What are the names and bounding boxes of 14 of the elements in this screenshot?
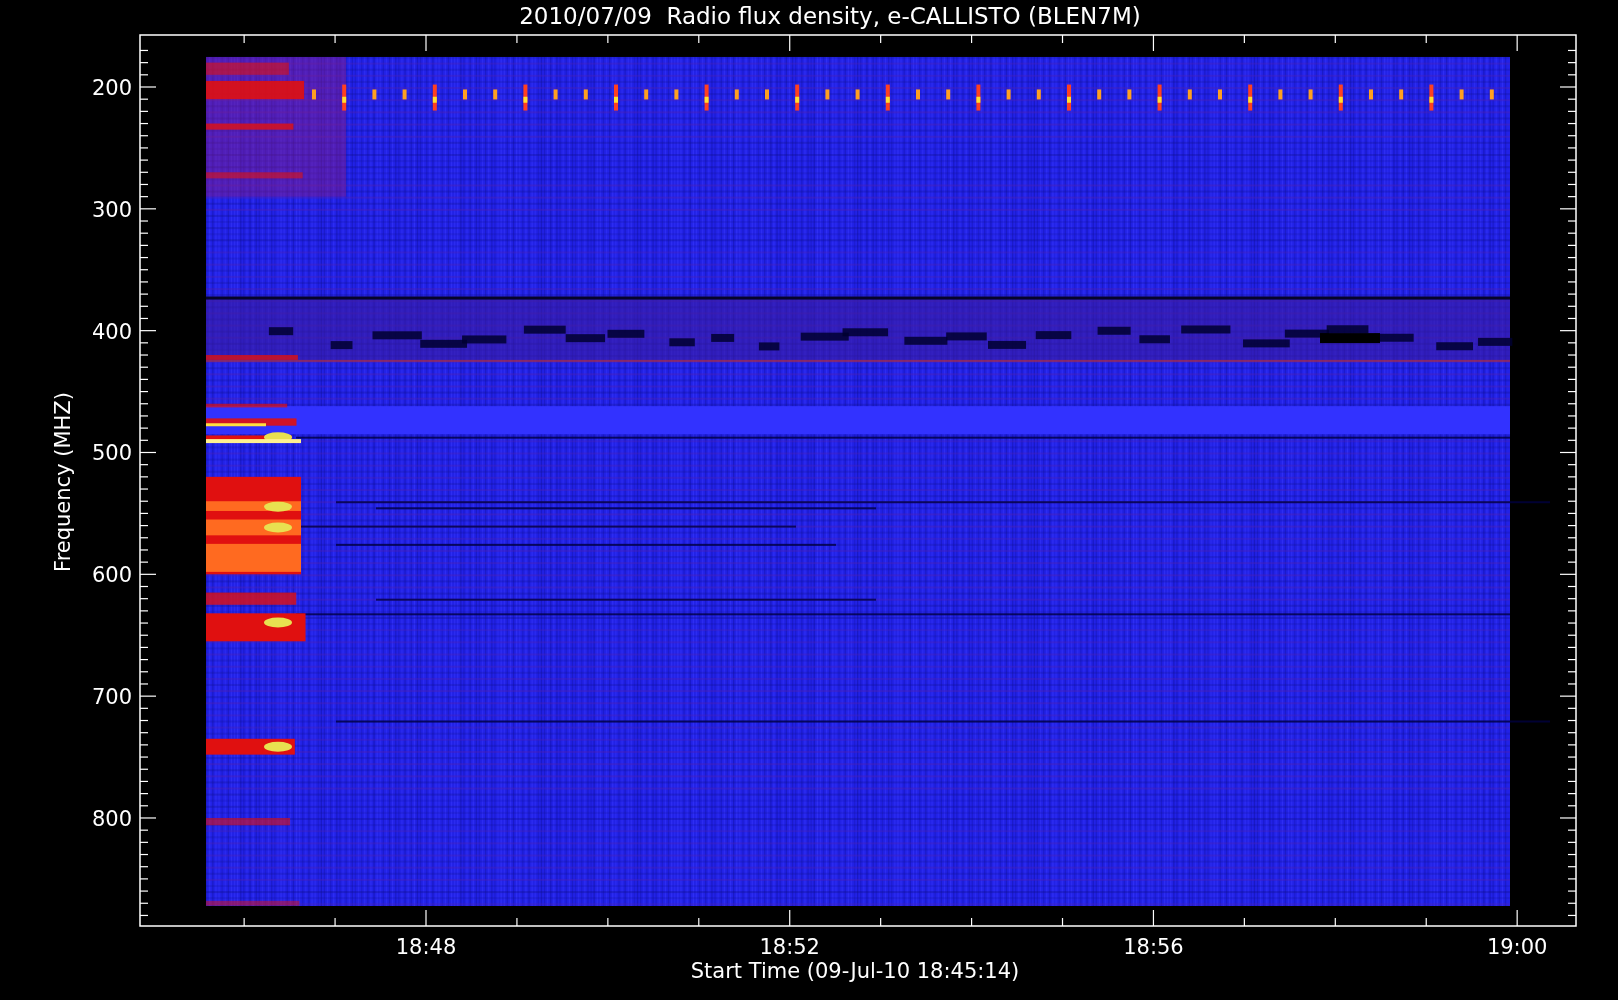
chart-title: 2010/07/09 Radio flux density, e-CALLISTO (BLEN7M) [519,3,1141,29]
y-axis-label: Frequency (MHZ) [51,392,75,572]
y-tick-label: 300 [91,197,132,222]
y-tick-label: 700 [91,685,132,710]
x-tick-label: 18:52 [759,935,820,959]
x-tick-label: 18:48 [395,935,457,959]
y-tick-label: 800 [91,807,132,831]
x-axis-label: Start Time (09-Jul-10 18:45:14) [690,959,1020,983]
x-tick-label: 19:00 [1486,935,1548,959]
y-tick-label: 600 [91,563,132,588]
x-tick-label: 18:56 [1123,935,1184,959]
y-tick-label: 400 [91,319,132,344]
y-tick-label: 500 [91,441,132,466]
y-tick-label: 200 [91,76,132,100]
